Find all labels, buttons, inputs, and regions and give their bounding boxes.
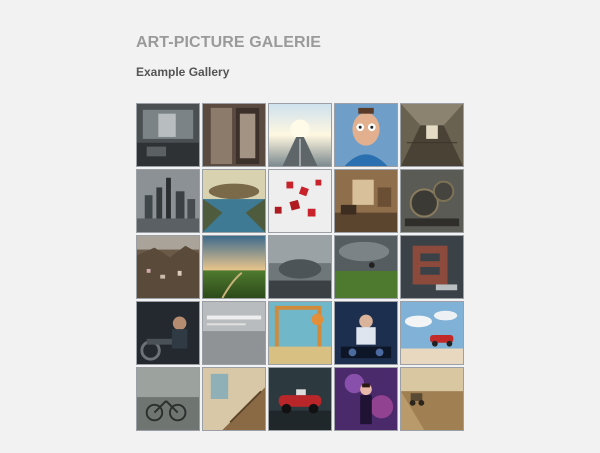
gallery-thumbnail-steampunk-machine[interactable] — [400, 169, 464, 233]
thumbnail-image — [269, 170, 331, 232]
gallery-thumbnail-letter-3d-art[interactable] — [400, 235, 464, 299]
gallery-thumbnail-foggy-skyline[interactable] — [136, 169, 200, 233]
gallery-thumbnail-foggy-bicycle[interactable] — [136, 367, 200, 431]
gallery-thumbnail-tractor-field[interactable] — [400, 367, 464, 431]
gallery-thumbnail-dj-performer[interactable] — [334, 301, 398, 365]
thumbnail-image — [401, 170, 463, 232]
gallery-thumbnail-cliff-landscape[interactable] — [268, 235, 332, 299]
gallery-thumbnail-woman-purple-light[interactable] — [334, 367, 398, 431]
gallery-thumbnail-floating-island-lake[interactable] — [202, 169, 266, 233]
thumbnail-image — [335, 368, 397, 430]
thumbnail-image — [401, 236, 463, 298]
thumbnail-image — [269, 368, 331, 430]
thumbnail-image — [137, 170, 199, 232]
gallery-thumbnail-text-poster[interactable] — [202, 301, 266, 365]
gallery-thumbnail-red-race-car[interactable] — [268, 367, 332, 431]
thumbnail-image — [203, 368, 265, 430]
thumbnail-image — [401, 368, 463, 430]
thumbnail-image — [401, 104, 463, 166]
thumbnail-image — [335, 302, 397, 364]
gallery-thumbnail-old-doorway[interactable] — [202, 103, 266, 167]
gallery-thumbnail-vintage-room[interactable] — [334, 169, 398, 233]
gallery-thumbnail-mountain-village[interactable] — [136, 235, 200, 299]
gallery-thumbnail-man-on-motorcycle[interactable] — [136, 301, 200, 365]
thumbnail-image — [269, 302, 331, 364]
thumbnail-image — [137, 368, 199, 430]
gallery-thumbnail-flying-car-clouds[interactable] — [400, 301, 464, 365]
gallery-thumbnail-stormy-field[interactable] — [334, 235, 398, 299]
gallery-thumbnail-sunlit-road[interactable] — [268, 103, 332, 167]
thumbnail-image — [137, 236, 199, 298]
gallery-thumbnail-staircase-interior[interactable] — [202, 367, 266, 431]
gallery-thumbnail-painted-frame-scene[interactable] — [268, 301, 332, 365]
thumbnail-image — [401, 302, 463, 364]
thumbnail-image — [137, 302, 199, 364]
gallery-thumbnail-abandoned-hallway[interactable] — [400, 103, 464, 167]
gallery-thumbnail-ruined-interior[interactable] — [136, 103, 200, 167]
gallery-page: ART-PICTURE GALERIE Example Gallery — [0, 0, 600, 453]
thumbnail-image — [203, 104, 265, 166]
thumbnail-grid — [136, 103, 466, 431]
thumbnail-image — [335, 236, 397, 298]
thumbnail-image — [269, 236, 331, 298]
thumbnail-image — [203, 302, 265, 364]
gallery-thumbnail-green-valley-sunset[interactable] — [202, 235, 266, 299]
thumbnail-image — [203, 170, 265, 232]
thumbnail-image — [269, 104, 331, 166]
page-title: ART-PICTURE GALERIE — [136, 34, 322, 51]
gallery-subtitle: Example Gallery — [136, 65, 230, 79]
thumbnail-image — [335, 104, 397, 166]
gallery-thumbnail-falling-dice[interactable] — [268, 169, 332, 233]
thumbnail-image — [335, 170, 397, 232]
gallery-thumbnail-surprised-man[interactable] — [334, 103, 398, 167]
thumbnail-image — [203, 236, 265, 298]
thumbnail-image — [137, 104, 199, 166]
